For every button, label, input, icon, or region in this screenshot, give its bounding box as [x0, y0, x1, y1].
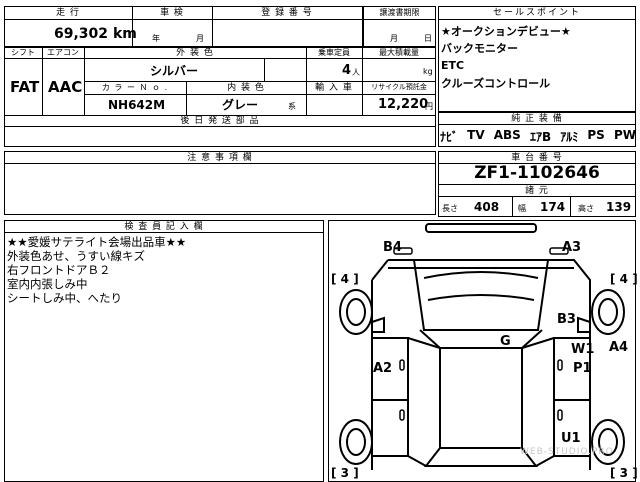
frame-title: 車 台 番 号 [511, 153, 563, 163]
recycle-unit: 円 [425, 102, 433, 111]
equipment-item-navi: ﾅﾋﾞ [440, 130, 459, 144]
equipment-item-tv: TV [467, 128, 485, 142]
damage-mark-g: G [500, 334, 511, 349]
recycle-label: リサイクル預託金 [371, 83, 427, 91]
transfer-deadline-label: 譲渡書期限 [379, 8, 420, 17]
inspector-title: 検 査 員 記 入 欄 [124, 222, 204, 232]
tire-mark-rear-left: [ 3 ] [331, 466, 359, 480]
sales-point-line: バックモニター [441, 42, 518, 55]
damage-mark-a3: A3 [562, 240, 582, 255]
notes-title: 注 意 事 項 欄 [187, 153, 253, 163]
sales-points-panel [438, 6, 636, 112]
frame-number: ZF1-1102646 [474, 163, 600, 183]
length-label: 長さ [442, 204, 458, 213]
dims-title: 諸 元 [525, 186, 549, 196]
watermark: WEB-STUDIO.PRO [520, 447, 614, 457]
mileage-value: 69,302 [54, 26, 109, 42]
tire-mark-rear-right: [ 3 ] [610, 466, 638, 480]
sales-point-line: ETC [441, 59, 465, 72]
inspection-year: 年 [152, 34, 160, 43]
transfer-month: 月 [390, 34, 398, 43]
exterior-value: シルバー [150, 64, 199, 78]
shift-label: シフト [11, 48, 35, 57]
equipment-item-airbag: ｴｱB [529, 130, 552, 144]
max-load-unit: kg [423, 67, 433, 76]
interior-value: グレー [222, 98, 259, 112]
inspector-line: 右フロントドアＢ２ [7, 263, 111, 277]
equipment-item-pw: PW [613, 128, 636, 142]
sales-point-line: クルーズコントロール [441, 77, 551, 90]
recycle-value: 12,220 [378, 97, 429, 112]
inspection-month: 月 [196, 34, 204, 43]
tire-mark-front-left: [ 4 ] [331, 272, 359, 286]
inspector-line: 室内内張しみ中 [7, 277, 88, 291]
equipment-title: 純 正 装 備 [511, 114, 563, 124]
damage-mark-b3: B3 [557, 312, 576, 327]
interior-suffix: 系 [288, 102, 296, 111]
interior-label: 内 装 色 [227, 83, 265, 93]
max-load-label: 最大積載量 [379, 48, 419, 57]
equipment-item-alloy: ｱﾙﾐ [560, 130, 579, 144]
capacity-value: 4 [342, 63, 352, 78]
color-no-value: NH642M [108, 98, 166, 112]
registration-label: 登 録 番 号 [261, 8, 313, 18]
sales-point-line: ★オークションデビュー★ [441, 25, 571, 38]
inspector-line: ★★愛媛サテライト会場出品車★★ [7, 235, 187, 249]
damage-mark-u1: U1 [561, 431, 581, 446]
sales-points-title: セールスポイント [492, 8, 581, 18]
exterior-label: 外 装 色 [176, 48, 214, 58]
color-no-label: カ ラ ー Ｎ ｏ . [101, 83, 169, 92]
equipment-list: ﾅﾋﾞ TV ABS ｴｱB ｱﾙﾐ PS PW [440, 128, 636, 145]
damage-mark-a4: A4 [609, 340, 629, 355]
damage-mark-a2: A2 [373, 361, 393, 376]
shift-value: FAT [10, 78, 40, 96]
tire-mark-front-right: [ 4 ] [610, 272, 638, 286]
inspector-line: シートしみ中、へたり [7, 291, 122, 305]
later-docs-label: 後 日 発 送 部 品 [180, 116, 260, 126]
damage-mark-w1: W1 [571, 342, 595, 357]
import-label: 輸 入 車 [315, 83, 353, 93]
height-label: 高さ [578, 204, 594, 213]
capacity-unit: 人 [352, 68, 360, 77]
equipment-item-ps: PS [587, 128, 605, 142]
inspection-label: 車 検 [160, 8, 184, 18]
mileage-unit: km [113, 26, 137, 42]
mileage-label: 走 行 [56, 8, 80, 18]
aircon-value: AAC [48, 78, 83, 96]
aircon-label: エアコン [47, 48, 79, 57]
transfer-day: 日 [424, 34, 432, 43]
damage-mark-p1: P1 [573, 361, 592, 376]
length-value: 408 [474, 200, 500, 214]
width-label: 幅 [518, 204, 526, 213]
inspector-line: 外装色あせ、うすい線キズ [7, 249, 145, 263]
height-value: 139 [606, 200, 632, 214]
width-value: 174 [540, 200, 566, 214]
equipment-item-abs: ABS [493, 128, 521, 142]
capacity-label: 乗車定員 [318, 48, 350, 57]
damage-mark-b4: B4 [383, 240, 402, 255]
